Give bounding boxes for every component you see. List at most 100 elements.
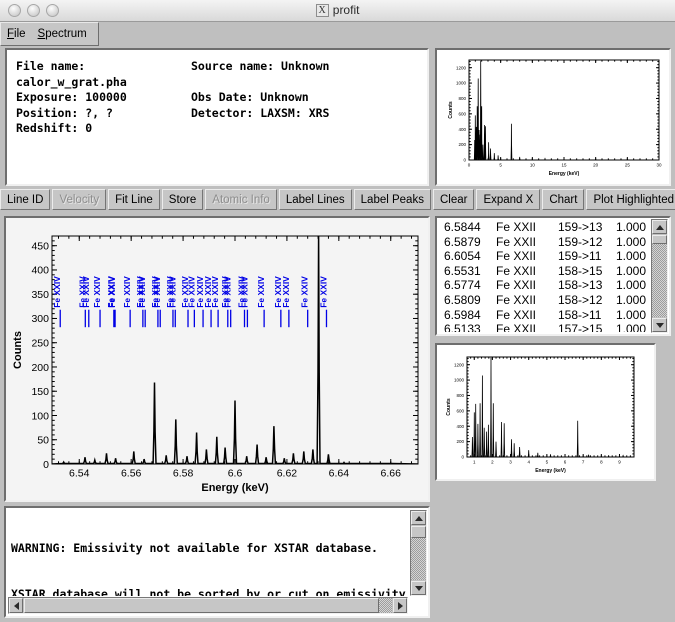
svg-text:1: 1	[473, 460, 476, 465]
zoom-spectrum-canvas: 1 2 3 4 5 6 7 8 9 0 200 400 600 800 1000 1200 Energy (ke…	[437, 345, 654, 479]
svg-text:Fe XXIV: Fe XXIV	[165, 276, 175, 308]
line-list-panel[interactable]: 6.5844 Fe XXII 159->13 1.000 6.5879 Fe X…	[435, 216, 671, 336]
zoom-spectrum-panel[interactable]: 1 2 3 4 5 6 7 8 9 0 200 400 600 800 1000 1200 Energy (ke…	[435, 343, 656, 481]
svg-text:3: 3	[509, 460, 512, 465]
svg-text:50: 50	[37, 435, 49, 447]
menu-item-file[interactable]: File	[1, 28, 32, 40]
line-ion: Fe XXII	[496, 292, 537, 307]
scroll-down-arrow-icon[interactable]	[652, 318, 667, 332]
scroll-up-arrow-icon[interactable]	[652, 220, 667, 234]
table-row[interactable]: 6.5879 Fe XXII 159->12 1.000	[439, 235, 650, 250]
menu-spectrum-label: pectrum	[45, 28, 87, 40]
svg-text:0: 0	[468, 163, 471, 168]
scroll-down-arrow-icon[interactable]	[411, 581, 426, 595]
svg-text:2: 2	[491, 460, 494, 465]
table-row[interactable]: 6.5133 Fe XXII 157->15 1.000	[439, 322, 650, 332]
info-position: Position: ?, ?	[16, 105, 113, 120]
warning-line-1: WARNING: Emissivity not available for XS…	[11, 541, 378, 556]
scrollbar-thumb[interactable]	[411, 526, 426, 538]
main-spectrum-panel[interactable]: 6.54 6.56 6.58 6.6 6.62 6.64 6.66 0 50 100 150 200 2…	[4, 216, 430, 502]
info-exposure: Exposure: 100000	[16, 90, 127, 104]
line-transition: 158->11	[558, 307, 602, 322]
svg-text:Fe XXIV: Fe XXIV	[256, 276, 266, 308]
label-peaks-button[interactable]: Label Peaks	[353, 189, 431, 210]
scrollbar-trough[interactable]	[652, 235, 667, 317]
svg-text:1200: 1200	[456, 65, 467, 70]
svg-text:Energy (keV): Energy (keV)	[535, 468, 566, 474]
chart-button[interactable]: Chart	[542, 189, 585, 210]
svg-text:4: 4	[527, 460, 530, 465]
svg-text:6.66: 6.66	[381, 468, 402, 480]
table-row[interactable]: 6.5844 Fe XXII 159->13 1.000	[439, 220, 650, 235]
scroll-left-arrow-icon[interactable]	[9, 598, 23, 613]
plot-highlighted-button[interactable]: Plot Highlighted	[586, 189, 675, 210]
svg-text:Counts: Counts	[446, 398, 452, 415]
svg-text:400: 400	[458, 127, 466, 132]
line-ion: Fe XXII	[496, 307, 537, 322]
line-list-rows[interactable]: 6.5844 Fe XXII 159->13 1.000 6.5879 Fe X…	[439, 220, 650, 332]
svg-text:6.56: 6.56	[121, 468, 142, 480]
overview-spectrum-panel[interactable]: 0 5 10 15 20 25 30 0 200 400 600 800 1000 1200 Energy …	[435, 48, 671, 186]
message-text-area[interactable]: WARNING: Emissivity not available for XS…	[8, 510, 408, 596]
svg-text:Fe XXIV: Fe XXIV	[239, 276, 249, 308]
menubar-group: File Spectrum	[0, 22, 99, 46]
info-row: Redshift: 0	[16, 121, 427, 137]
atomic-info-button[interactable]: Atomic Info	[205, 189, 277, 210]
message-horizontal-scrollbar[interactable]	[8, 597, 408, 614]
table-row[interactable]: 6.5774 Fe XXII 158->13 1.000	[439, 278, 650, 293]
line-transition: 158->12	[558, 292, 603, 307]
svg-text:Counts: Counts	[448, 101, 454, 118]
svg-text:5: 5	[499, 163, 502, 168]
table-row[interactable]: 6.5809 Fe XXII 158->12 1.000	[439, 293, 650, 308]
store-button[interactable]: Store	[161, 189, 204, 210]
fit-line-button[interactable]: Fit Line	[108, 189, 160, 210]
svg-text:Fe XXIV: Fe XXIV	[150, 276, 160, 308]
line-energy: 6.5844	[444, 220, 481, 234]
table-row[interactable]: 6.6054 Fe XXII 159->11 1.000	[439, 249, 650, 264]
clear-button[interactable]: Clear	[432, 189, 475, 210]
line-value: 1.000	[616, 322, 647, 332]
line-value: 1.000	[616, 278, 647, 293]
table-row[interactable]: 6.5984 Fe XXII 158->11 1.000	[439, 308, 650, 323]
info-row: Exposure: 100000 Obs Date: Unknown	[16, 90, 427, 106]
menu-item-spectrum[interactable]: Spectrum	[32, 28, 93, 40]
svg-text:15: 15	[561, 163, 567, 168]
info-source-name: Source name: Unknown	[191, 59, 330, 73]
svg-text:Energy (keV): Energy (keV)	[549, 171, 580, 177]
x-app-icon: X	[315, 4, 329, 17]
scrollbar-thumb[interactable]	[24, 598, 379, 613]
line-id-button[interactable]: Line ID	[0, 189, 51, 210]
line-energy: 6.6054	[444, 249, 481, 264]
svg-text:1200: 1200	[454, 362, 465, 367]
line-energy: 6.5531	[444, 263, 481, 278]
line-energy: 6.5984	[444, 307, 481, 322]
svg-text:Fe XXIV: Fe XXIV	[81, 276, 91, 308]
svg-text:8: 8	[600, 460, 603, 465]
line-value: 1.000	[616, 220, 647, 234]
svg-text:150: 150	[31, 386, 49, 398]
application-window: Xprofit File Spectrum File name: calor_w…	[0, 0, 675, 622]
main-spectrum-chart: 6.54 6.56 6.58 6.6 6.62 6.64 6.66 0 50 100 150 200 2…	[12, 235, 419, 494]
svg-text:Fe XXIV: Fe XXIV	[203, 276, 213, 308]
svg-text:25: 25	[625, 163, 631, 168]
svg-text:1000: 1000	[454, 378, 465, 383]
velocity-button[interactable]: Velocity	[52, 189, 107, 210]
line-list-scrollbar[interactable]	[651, 219, 668, 333]
svg-text:6.6: 6.6	[228, 468, 243, 480]
line-ion: Fe XXII	[496, 234, 537, 249]
line-value: 1.000	[616, 292, 647, 307]
message-vertical-scrollbar[interactable]	[410, 510, 427, 596]
line-transition: 157->15	[558, 322, 603, 332]
scroll-right-arrow-icon[interactable]	[393, 598, 407, 613]
table-row[interactable]: 6.5531 Fe XXII 158->15 1.000	[439, 264, 650, 279]
svg-text:6: 6	[564, 460, 567, 465]
svg-text:Fe XXIV: Fe XXIV	[186, 276, 196, 308]
line-ion: Fe XXII	[496, 263, 537, 278]
scroll-up-arrow-icon[interactable]	[411, 511, 426, 525]
label-lines-button[interactable]: Label Lines	[278, 189, 352, 210]
scrollbar-thumb[interactable]	[652, 235, 667, 244]
svg-text:Fe XXIV: Fe XXIV	[135, 276, 145, 308]
expand-x-button[interactable]: Expand X	[476, 189, 541, 210]
svg-text:600: 600	[456, 408, 464, 413]
line-transition: 159->12	[558, 234, 603, 249]
